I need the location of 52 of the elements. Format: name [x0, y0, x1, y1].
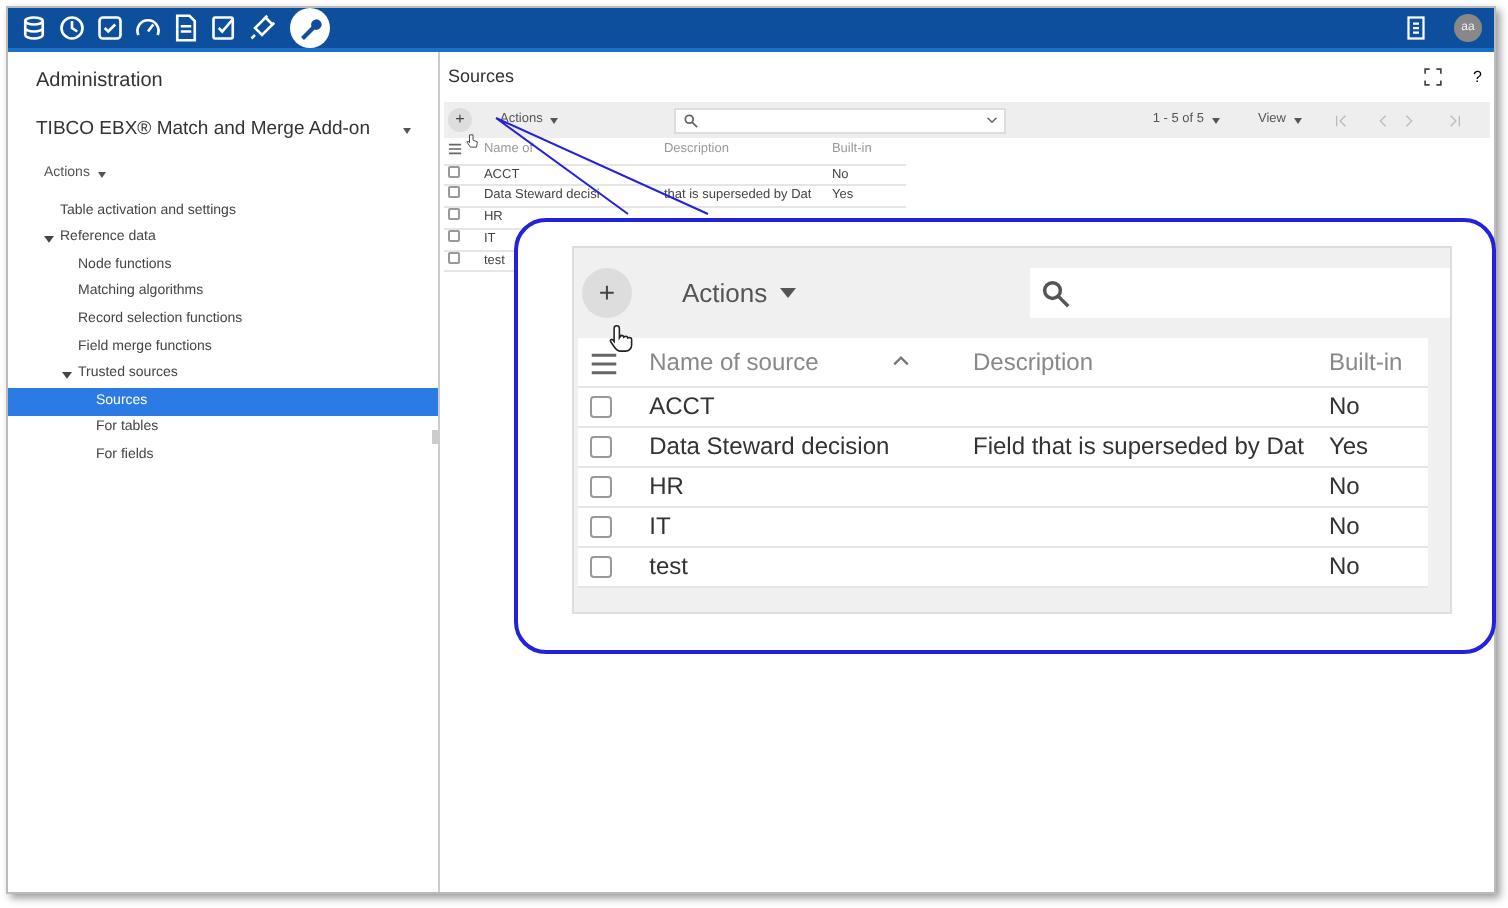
scroll-handle[interactable] — [432, 430, 438, 444]
table-cell: Data Steward decision — [649, 432, 890, 460]
row-checkbox[interactable] — [448, 208, 460, 220]
sort-icon[interactable] — [891, 352, 910, 371]
page-title: Sources — [448, 63, 517, 90]
row-checkbox[interactable] — [590, 476, 612, 499]
search-icon — [1041, 279, 1070, 307]
caret-icon[interactable] — [402, 127, 412, 135]
row-checkbox[interactable] — [590, 436, 612, 459]
column-header[interactable]: Built-in — [1328, 347, 1403, 376]
dataspace-title: TIBCO EBX® Match and Merge Add-on — [36, 116, 370, 145]
table-cell: No — [1328, 392, 1360, 420]
add-button[interactable]: + — [448, 108, 472, 132]
row-checkbox[interactable] — [448, 165, 460, 177]
table-cell: Field that is superseded by Dat — [972, 432, 1304, 460]
menu-icon[interactable] — [448, 142, 462, 157]
row-checkbox[interactable] — [448, 186, 460, 199]
toggle-icon[interactable] — [44, 233, 54, 244]
row-checkbox[interactable] — [448, 251, 460, 263]
clock-icon[interactable] — [58, 14, 86, 42]
row-checkbox[interactable] — [590, 556, 612, 579]
help-button[interactable]: ? — [1473, 65, 1482, 89]
fullscreen-icon[interactable] — [1423, 68, 1442, 86]
search-icon — [684, 113, 699, 127]
column-header[interactable]: Description — [972, 347, 1094, 376]
toggle-icon[interactable] — [62, 369, 72, 380]
table-cell: No — [1328, 552, 1360, 580]
table-cell: IT — [649, 512, 671, 540]
actions-menu[interactable]: Actions — [682, 273, 796, 313]
menu-icon[interactable] — [590, 349, 618, 378]
table-cell: ACCT — [649, 392, 715, 420]
wrench-icon[interactable] — [290, 8, 330, 48]
search-field[interactable] — [674, 107, 1007, 133]
checkbox-icon[interactable] — [96, 14, 124, 42]
edit-check-icon[interactable] — [210, 14, 238, 42]
column-header[interactable]: Name of source — [649, 343, 819, 380]
table-cell: test — [649, 552, 688, 580]
document-icon[interactable] — [172, 14, 200, 42]
table-cell: No — [1328, 512, 1360, 540]
panel-title: Administration — [34, 68, 165, 96]
row-checkbox[interactable] — [590, 396, 612, 419]
add-button[interactable]: + — [582, 268, 632, 318]
table-cell: No — [1328, 472, 1360, 500]
dropdown-icon[interactable] — [986, 114, 999, 126]
database-icon[interactable] — [20, 14, 48, 42]
table-cell: HR — [649, 472, 684, 500]
row-checkbox[interactable] — [590, 516, 612, 539]
list-icon[interactable] — [1404, 16, 1428, 40]
search-field[interactable] — [1029, 268, 1450, 318]
table-cell: Yes — [1328, 432, 1369, 460]
row-checkbox[interactable] — [448, 229, 460, 242]
plug-icon[interactable] — [248, 14, 276, 42]
